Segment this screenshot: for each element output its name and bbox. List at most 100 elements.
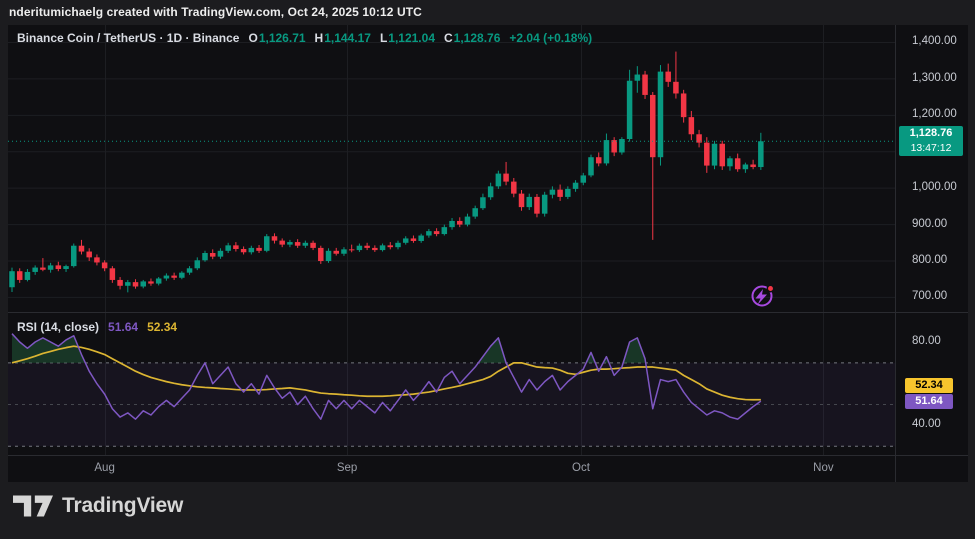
candle-body bbox=[750, 164, 756, 167]
candle-body bbox=[171, 276, 177, 278]
time-axis-label: Oct bbox=[572, 462, 590, 474]
ohlc-label: O bbox=[248, 31, 257, 45]
ohlc-value: 1,126.71 bbox=[259, 31, 306, 45]
candle-body bbox=[63, 266, 69, 269]
candle-body bbox=[94, 257, 100, 262]
candle-body bbox=[488, 186, 494, 197]
candle-body bbox=[17, 271, 23, 280]
candle-body bbox=[403, 238, 409, 242]
ohlc-label: H bbox=[315, 31, 324, 45]
candle-body bbox=[225, 245, 231, 250]
candle-body bbox=[573, 183, 579, 189]
candle-body bbox=[295, 242, 301, 246]
candle-body bbox=[326, 251, 332, 261]
candle-body bbox=[86, 252, 92, 258]
candle-body bbox=[519, 194, 525, 207]
rsi-value-badge: 51.64 bbox=[905, 394, 953, 409]
ohlc-high: H1,144.17 bbox=[315, 31, 371, 45]
price-change: +2.04 (+0.18%) bbox=[509, 31, 592, 45]
time-axis-label: Aug bbox=[94, 462, 114, 474]
candle-body bbox=[133, 282, 139, 286]
candle-body bbox=[333, 251, 339, 254]
candle-body bbox=[388, 245, 394, 247]
candle-body bbox=[102, 262, 108, 268]
tradingview-logo[interactable]: TradingView bbox=[13, 494, 183, 518]
ohlc-close: C1,128.76 bbox=[444, 31, 500, 45]
rsi-ma-value: 52.34 bbox=[147, 320, 177, 334]
candle-body bbox=[249, 248, 255, 252]
ohlc-low: L1,121.04 bbox=[380, 31, 435, 45]
ohlc-label: C bbox=[444, 31, 453, 45]
candle-body bbox=[480, 197, 486, 208]
tradingview-logo-text: TradingView bbox=[62, 494, 183, 518]
candle-body bbox=[712, 144, 718, 166]
candle-body bbox=[125, 282, 131, 286]
candle-body bbox=[565, 189, 571, 197]
candle-body bbox=[503, 174, 509, 182]
candle-body bbox=[218, 251, 224, 257]
candle-body bbox=[681, 93, 687, 117]
countdown-timer: 13:47:12 bbox=[899, 141, 963, 156]
rsi-value: 51.64 bbox=[108, 320, 138, 334]
candle-body bbox=[588, 157, 594, 175]
candle-body bbox=[619, 139, 625, 152]
price-axis-label: 1,000.00 bbox=[912, 181, 957, 193]
price-axis-label: 1,400.00 bbox=[912, 35, 957, 47]
rsi-axis-label: 80.00 bbox=[912, 335, 941, 347]
symbol-title[interactable]: Binance Coin / TetherUS · 1D · Binance bbox=[17, 31, 239, 45]
candle-body bbox=[372, 248, 378, 250]
candle-body bbox=[727, 158, 733, 166]
ohlc-value: 1,121.04 bbox=[388, 31, 435, 45]
candle-body bbox=[210, 253, 216, 257]
tradingview-logo-icon bbox=[13, 495, 53, 517]
candle-body bbox=[434, 231, 440, 234]
candle-body bbox=[581, 175, 587, 182]
candle-body bbox=[426, 231, 432, 235]
candle-body bbox=[287, 242, 293, 245]
candle-body bbox=[511, 182, 517, 194]
candle-body bbox=[364, 246, 370, 248]
candle-body bbox=[380, 245, 386, 250]
candle-body bbox=[71, 246, 77, 266]
price-axis-label: 800.00 bbox=[912, 254, 947, 266]
candle-body bbox=[303, 243, 309, 246]
candle-body bbox=[241, 249, 247, 252]
candle-body bbox=[719, 144, 725, 167]
candle-body bbox=[743, 164, 749, 169]
candle-body bbox=[604, 140, 610, 163]
time-axis-label: Sep bbox=[337, 462, 357, 474]
candle-body bbox=[596, 157, 602, 163]
chart-canvas[interactable] bbox=[0, 0, 975, 539]
candle-body bbox=[40, 268, 46, 270]
last-price-badge: 1,128.76 13:47:12 bbox=[899, 126, 963, 156]
candle-body bbox=[233, 245, 239, 249]
candle-body bbox=[110, 268, 116, 280]
candle-body bbox=[310, 243, 316, 248]
price-axis-label: 700.00 bbox=[912, 290, 947, 302]
candle-body bbox=[611, 140, 617, 152]
candle-body bbox=[735, 158, 741, 169]
notification-dot bbox=[767, 285, 773, 291]
candle-body bbox=[696, 134, 702, 142]
ohlc-value: 1,144.17 bbox=[324, 31, 371, 45]
candle-body bbox=[526, 197, 532, 207]
price-axis-label: 1,300.00 bbox=[912, 72, 957, 84]
candle-body bbox=[349, 249, 355, 250]
candle-body bbox=[704, 143, 710, 166]
candle-body bbox=[140, 281, 146, 286]
candle-body bbox=[395, 243, 401, 247]
candle-body bbox=[550, 190, 556, 195]
candle-body bbox=[256, 248, 262, 251]
candle-body bbox=[117, 280, 123, 286]
candle-body bbox=[357, 246, 363, 250]
price-axis-label: 900.00 bbox=[912, 218, 947, 230]
candle-body bbox=[32, 268, 38, 272]
candle-body bbox=[25, 272, 31, 280]
candle-body bbox=[627, 81, 633, 139]
candle-body bbox=[658, 72, 664, 158]
candle-body bbox=[264, 236, 270, 251]
last-price-value: 1,128.76 bbox=[899, 126, 963, 141]
price-axis-label: 1,200.00 bbox=[912, 108, 957, 120]
time-axis-label: Nov bbox=[813, 462, 833, 474]
rsi-legend-title[interactable]: RSI (14, close) bbox=[17, 320, 99, 334]
